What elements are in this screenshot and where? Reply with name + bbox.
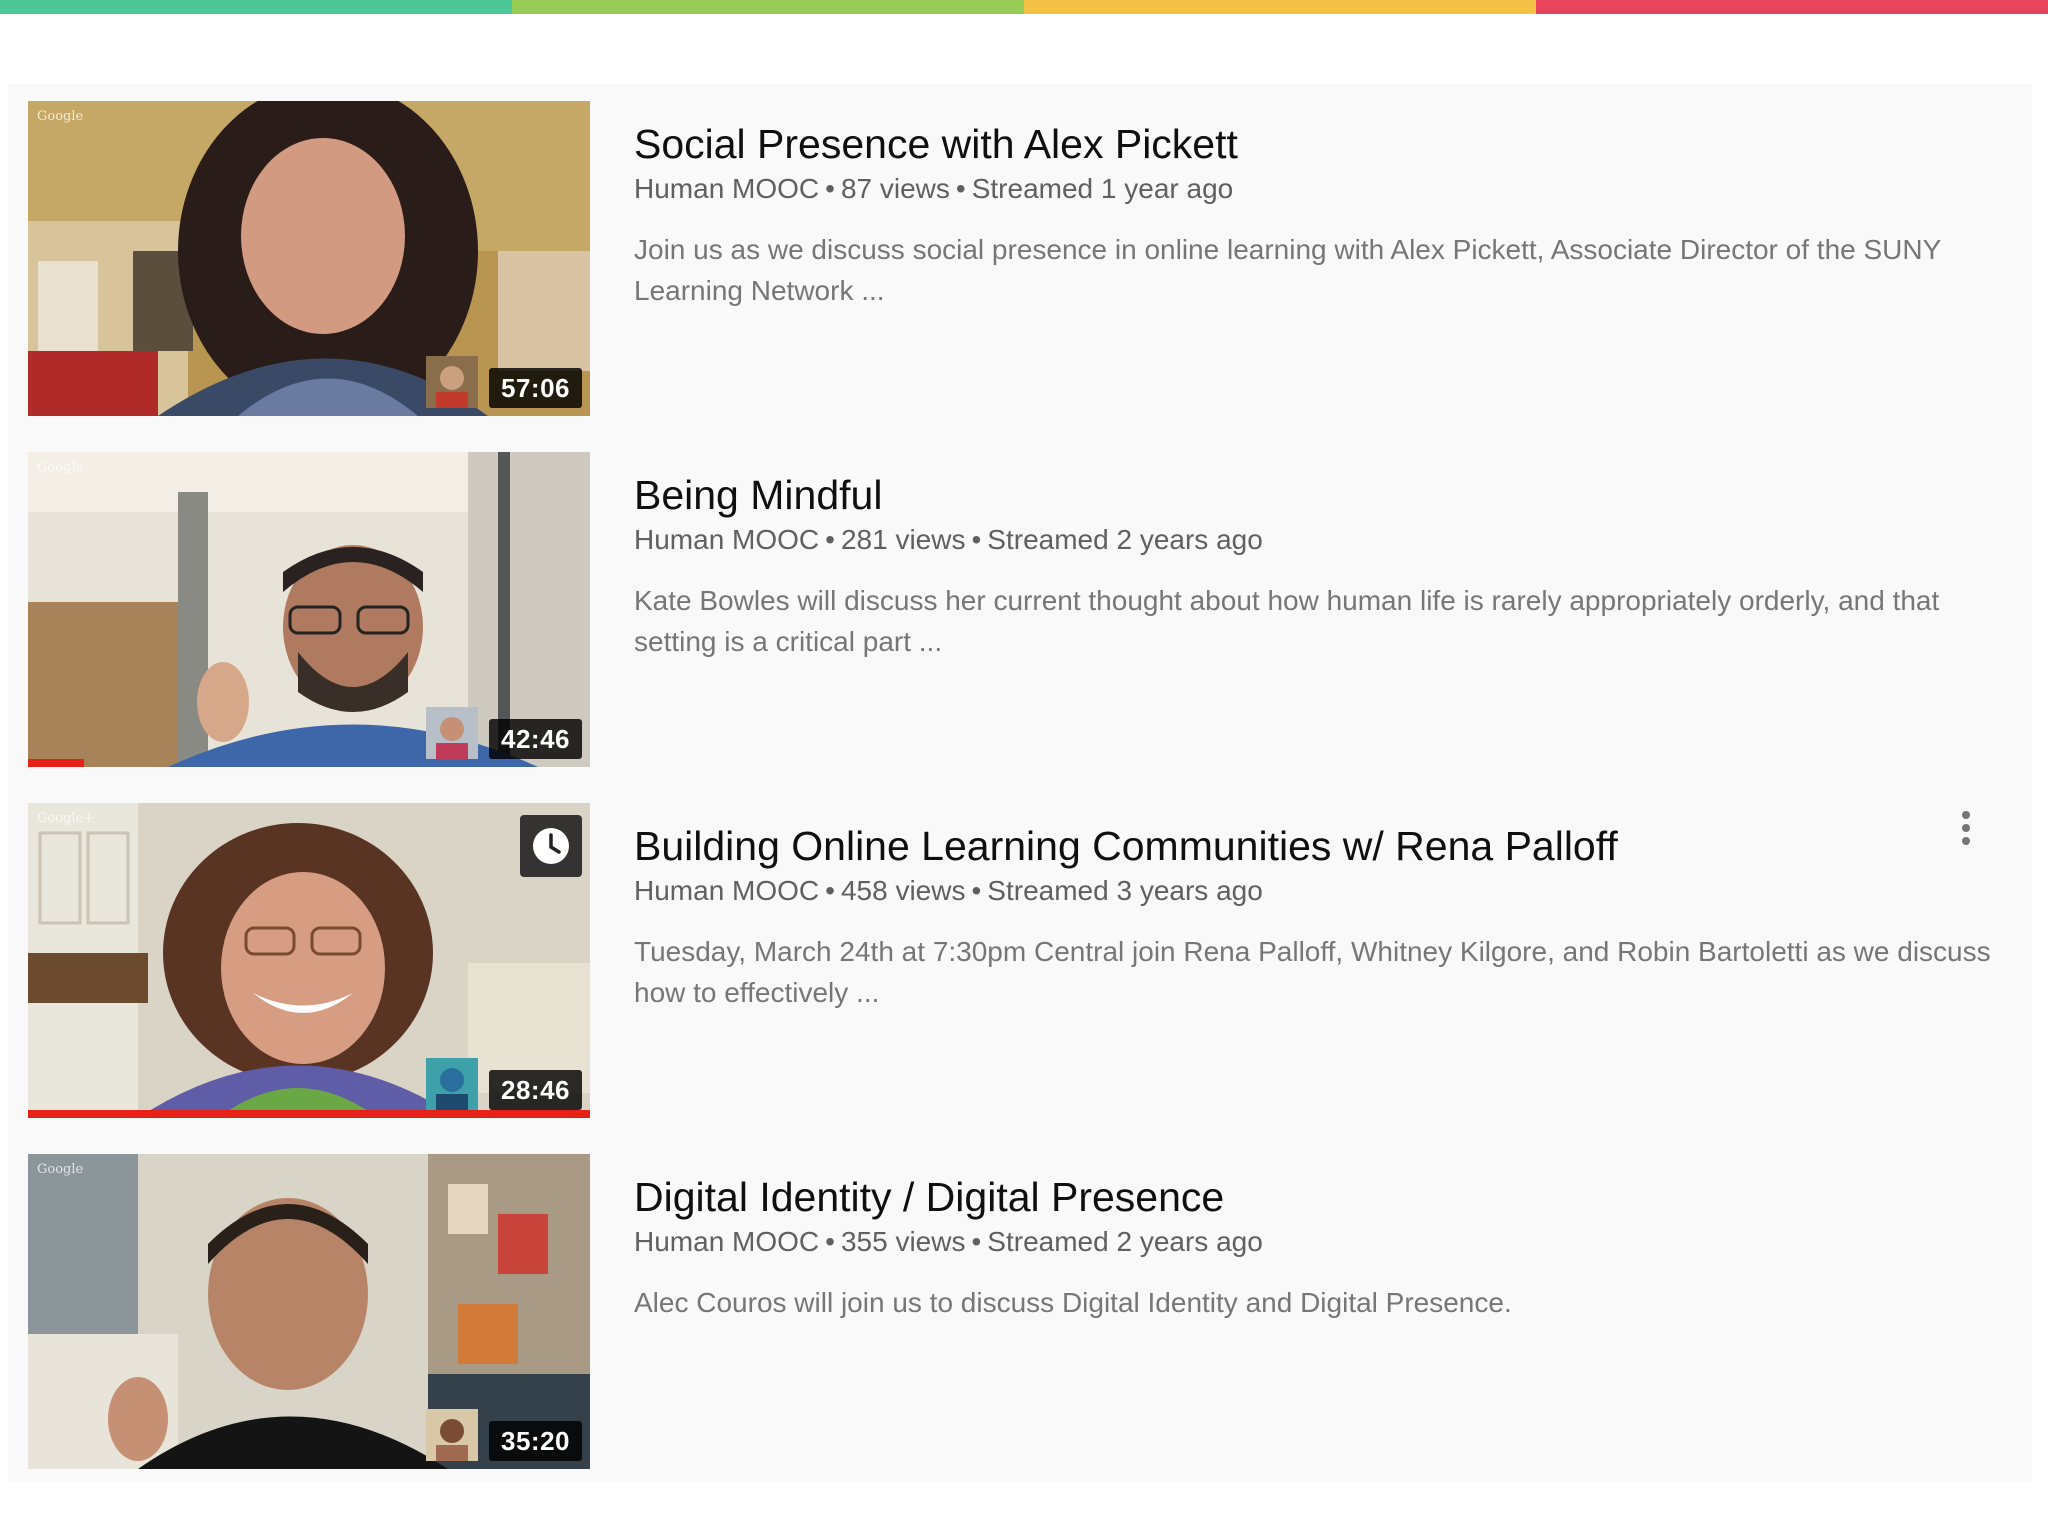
video-thumbnail[interactable]: Google 35:20 bbox=[28, 1154, 590, 1469]
participant-pip bbox=[426, 1409, 478, 1461]
stripe-yellow bbox=[1024, 0, 1536, 14]
video-list: Google 57:06 Social Presence with Alex P… bbox=[8, 84, 2032, 1482]
video-meta: Human MOOC • 281 views • Streamed 2 years ag… bbox=[634, 524, 1263, 555]
video-item[interactable]: Google+ 28:46 Building Online Learning C… bbox=[28, 803, 2018, 1118]
stripe-lime bbox=[512, 0, 1024, 14]
watch-later-button[interactable] bbox=[520, 815, 582, 877]
participant-pip bbox=[426, 707, 478, 759]
more-actions-button[interactable] bbox=[1954, 807, 1978, 855]
participant-pip bbox=[426, 1058, 478, 1110]
channel-name[interactable]: Human MOOC bbox=[634, 1226, 819, 1257]
video-item[interactable]: Google 35:20 Digital Identity / Digital … bbox=[28, 1154, 2018, 1469]
view-count: 355 views bbox=[840, 1226, 966, 1257]
video-thumbnail[interactable]: Google 57:06 bbox=[28, 101, 590, 416]
video-description: Tuesday, March 24th at 7:30pm Central jo… bbox=[634, 936, 1991, 1008]
video-title[interactable]: Digital Identity / Digital Presence bbox=[634, 1174, 1224, 1221]
video-title[interactable]: Building Online Learning Communities w/ … bbox=[634, 823, 1618, 870]
view-count: 87 views bbox=[840, 173, 950, 204]
stream-age: Streamed 2 years ago bbox=[987, 1226, 1263, 1257]
vertical-dots-icon bbox=[1962, 811, 1970, 845]
video-duration: 35:20 bbox=[489, 1421, 582, 1461]
participant-pip bbox=[426, 356, 478, 408]
clock-icon bbox=[533, 828, 569, 864]
video-meta: Human MOOC • 355 views • Streamed 2 years ag… bbox=[634, 1226, 1263, 1257]
stripe-green bbox=[0, 0, 512, 14]
stripe-red bbox=[1536, 0, 2048, 14]
video-meta: Human MOOC • 458 views • Streamed 3 years ag… bbox=[634, 875, 1263, 906]
view-count: 281 views bbox=[840, 524, 966, 555]
top-color-stripe bbox=[0, 0, 2048, 14]
channel-name[interactable]: Human MOOC bbox=[634, 875, 819, 906]
video-title[interactable]: Being Mindful bbox=[634, 472, 882, 519]
channel-name[interactable]: Human MOOC bbox=[634, 524, 819, 555]
video-duration: 42:46 bbox=[489, 719, 582, 759]
video-thumbnail[interactable]: Google+ 28:46 bbox=[28, 803, 590, 1118]
google-plus-watermark: Google+ bbox=[37, 811, 95, 826]
video-description: Alec Couros will join us to discuss Digi… bbox=[634, 1287, 1512, 1318]
watch-progress-bar bbox=[28, 759, 85, 767]
video-meta: Human MOOC • 87 views • Streamed 1 year ago bbox=[634, 173, 1234, 204]
google-watermark: Google bbox=[37, 460, 84, 475]
video-duration: 28:46 bbox=[489, 1070, 582, 1110]
stream-age: Streamed 3 years ago bbox=[987, 875, 1263, 906]
watch-progress-bar bbox=[28, 1110, 590, 1118]
video-item[interactable]: Google 42:46 Being Mindful Human MOOC • 28… bbox=[28, 452, 2018, 767]
video-title[interactable]: Social Presence with Alex Pickett bbox=[634, 121, 1238, 168]
video-description: Join us as we discuss social presence in… bbox=[634, 234, 1941, 306]
google-watermark: Google bbox=[37, 109, 84, 124]
video-thumbnail[interactable]: Google 42:46 bbox=[28, 452, 590, 767]
view-count: 458 views bbox=[840, 875, 966, 906]
video-item[interactable]: Google 57:06 Social Presence with Alex P… bbox=[28, 101, 2018, 416]
video-duration: 57:06 bbox=[489, 368, 582, 408]
video-description: Kate Bowles will discuss her current tho… bbox=[634, 585, 1940, 657]
stream-age: Streamed 1 year ago bbox=[971, 173, 1234, 204]
stream-age: Streamed 2 years ago bbox=[987, 524, 1263, 555]
google-watermark: Google bbox=[37, 1162, 84, 1177]
channel-name[interactable]: Human MOOC bbox=[634, 173, 819, 204]
